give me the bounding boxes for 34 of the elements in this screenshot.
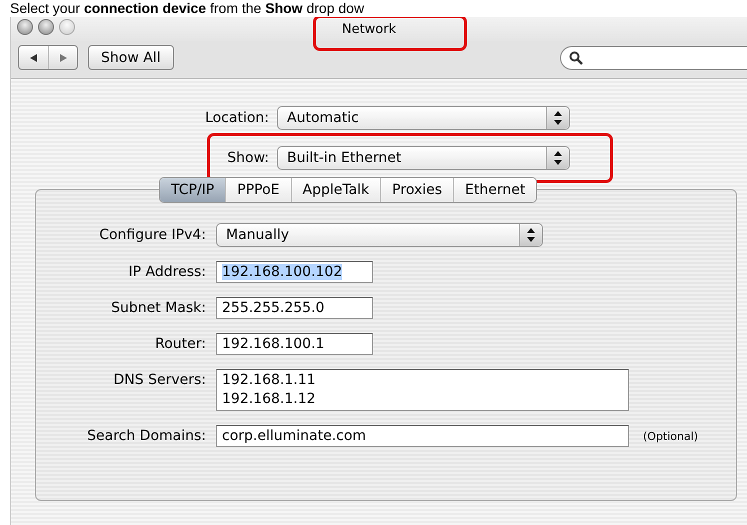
forward-icon	[58, 52, 68, 62]
window-title: Network	[342, 22, 396, 36]
tab[interactable]: AppleTalk	[290, 178, 380, 202]
input-field[interactable]: corp.elluminate.com	[216, 425, 629, 447]
stepper-icon	[527, 228, 535, 242]
optional-note: (Optional)	[643, 430, 698, 442]
zoom-button[interactable]	[59, 19, 75, 35]
show-label: Show:	[226, 150, 270, 166]
tab[interactable]: TCP/IP	[160, 178, 226, 202]
stepper-icon	[554, 111, 562, 125]
tab[interactable]: Proxies	[380, 178, 454, 202]
field-label: DNS Servers:	[112, 371, 206, 388]
search-icon	[569, 50, 583, 64]
input-field[interactable]: 255.255.255.0	[216, 297, 373, 319]
tab[interactable]: PPPoE	[225, 178, 290, 202]
show-popup[interactable]: Built-in Ethernet	[277, 146, 570, 170]
tab[interactable]: Ethernet	[453, 178, 536, 202]
search-field[interactable]	[560, 46, 747, 70]
show-all-button[interactable]: Show All	[88, 45, 174, 70]
close-button[interactable]	[17, 19, 33, 35]
location-label: Location:	[204, 110, 270, 126]
back-icon	[29, 52, 38, 62]
field-label: Router:	[154, 336, 206, 352]
input-field[interactable]: 192.168.100.102	[216, 261, 373, 283]
location-popup[interactable]: Automatic	[277, 106, 570, 130]
input-field[interactable]: 192.168.1.11 192.168.1.12	[216, 369, 629, 411]
stepper-icon	[554, 151, 562, 165]
field-label: IP Address:	[128, 264, 206, 280]
minimize-button[interactable]	[38, 19, 54, 35]
field-label: Configure IPv4:	[98, 227, 206, 243]
field-label: Subnet Mask:	[110, 300, 206, 316]
configure-popup[interactable]: Manually	[216, 223, 543, 247]
field-label: Search Domains:	[86, 428, 206, 444]
input-field[interactable]: 192.168.100.1	[216, 333, 373, 355]
